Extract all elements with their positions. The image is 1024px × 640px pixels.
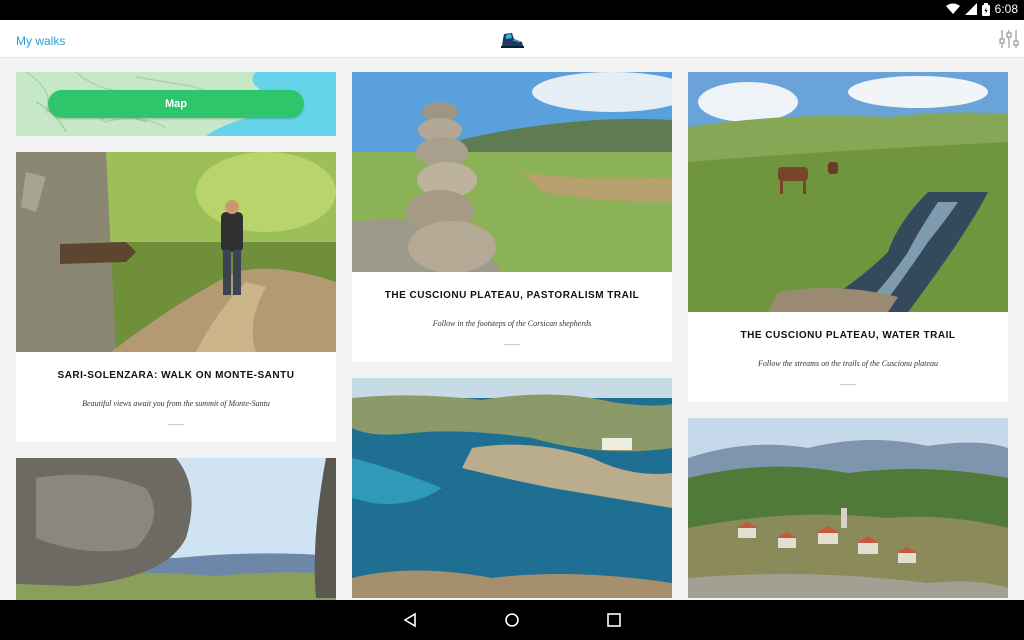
back-icon[interactable] bbox=[402, 612, 418, 628]
walk-photo bbox=[352, 72, 672, 272]
home-icon[interactable] bbox=[504, 612, 520, 628]
walk-card[interactable]: THE CUSCIONU PLATEAU, WATER TRAIL Follow… bbox=[688, 72, 1008, 402]
hiking-boot-logo-icon bbox=[501, 33, 524, 48]
clock-time: 6:08 bbox=[994, 2, 1018, 16]
walk-photo bbox=[688, 72, 1008, 312]
app-title[interactable]: My walks bbox=[16, 34, 65, 48]
status-bar: 6:08 bbox=[0, 0, 1024, 20]
walk-subtitle: Follow in the footsteps of the Corsican … bbox=[432, 319, 592, 328]
divider bbox=[840, 384, 856, 385]
walk-subtitle: Beautiful views await you from the summi… bbox=[82, 399, 270, 408]
divider bbox=[504, 344, 520, 345]
recents-icon[interactable] bbox=[606, 612, 622, 628]
signal-icon bbox=[964, 3, 977, 15]
walk-photo bbox=[16, 152, 336, 352]
walk-photo bbox=[352, 378, 672, 598]
map-button[interactable]: Map bbox=[48, 90, 304, 118]
wifi-icon bbox=[945, 3, 960, 14]
walk-card[interactable]: THE CUSCIONU PLATEAU, PASTORALISM TRAIL … bbox=[352, 72, 672, 362]
walk-title: THE CUSCIONU PLATEAU, PASTORALISM TRAIL bbox=[384, 290, 640, 301]
walk-card[interactable] bbox=[688, 418, 1008, 598]
divider bbox=[168, 424, 184, 425]
walks-grid: Map SARI-SOLENZARA: WALK ON MONTE-SANTU … bbox=[0, 58, 1024, 600]
walk-title: THE CUSCIONU PLATEAU, WATER TRAIL bbox=[740, 330, 956, 341]
walk-card[interactable]: SARI-SOLENZARA: WALK ON MONTE-SANTU Beau… bbox=[16, 152, 336, 442]
filter-sliders-icon[interactable] bbox=[998, 28, 1020, 50]
walk-title: SARI-SOLENZARA: WALK ON MONTE-SANTU bbox=[57, 370, 295, 381]
battery-icon bbox=[981, 2, 990, 16]
app-bar: My walks bbox=[0, 20, 1024, 58]
walk-subtitle: Follow the streams on the trails of the … bbox=[758, 359, 938, 368]
system-nav-bar bbox=[0, 600, 1024, 640]
walk-photo bbox=[688, 418, 1008, 598]
walk-photo bbox=[16, 458, 336, 600]
walk-card[interactable] bbox=[16, 458, 336, 600]
walk-card[interactable] bbox=[352, 378, 672, 598]
map-card[interactable]: Map bbox=[16, 72, 336, 136]
